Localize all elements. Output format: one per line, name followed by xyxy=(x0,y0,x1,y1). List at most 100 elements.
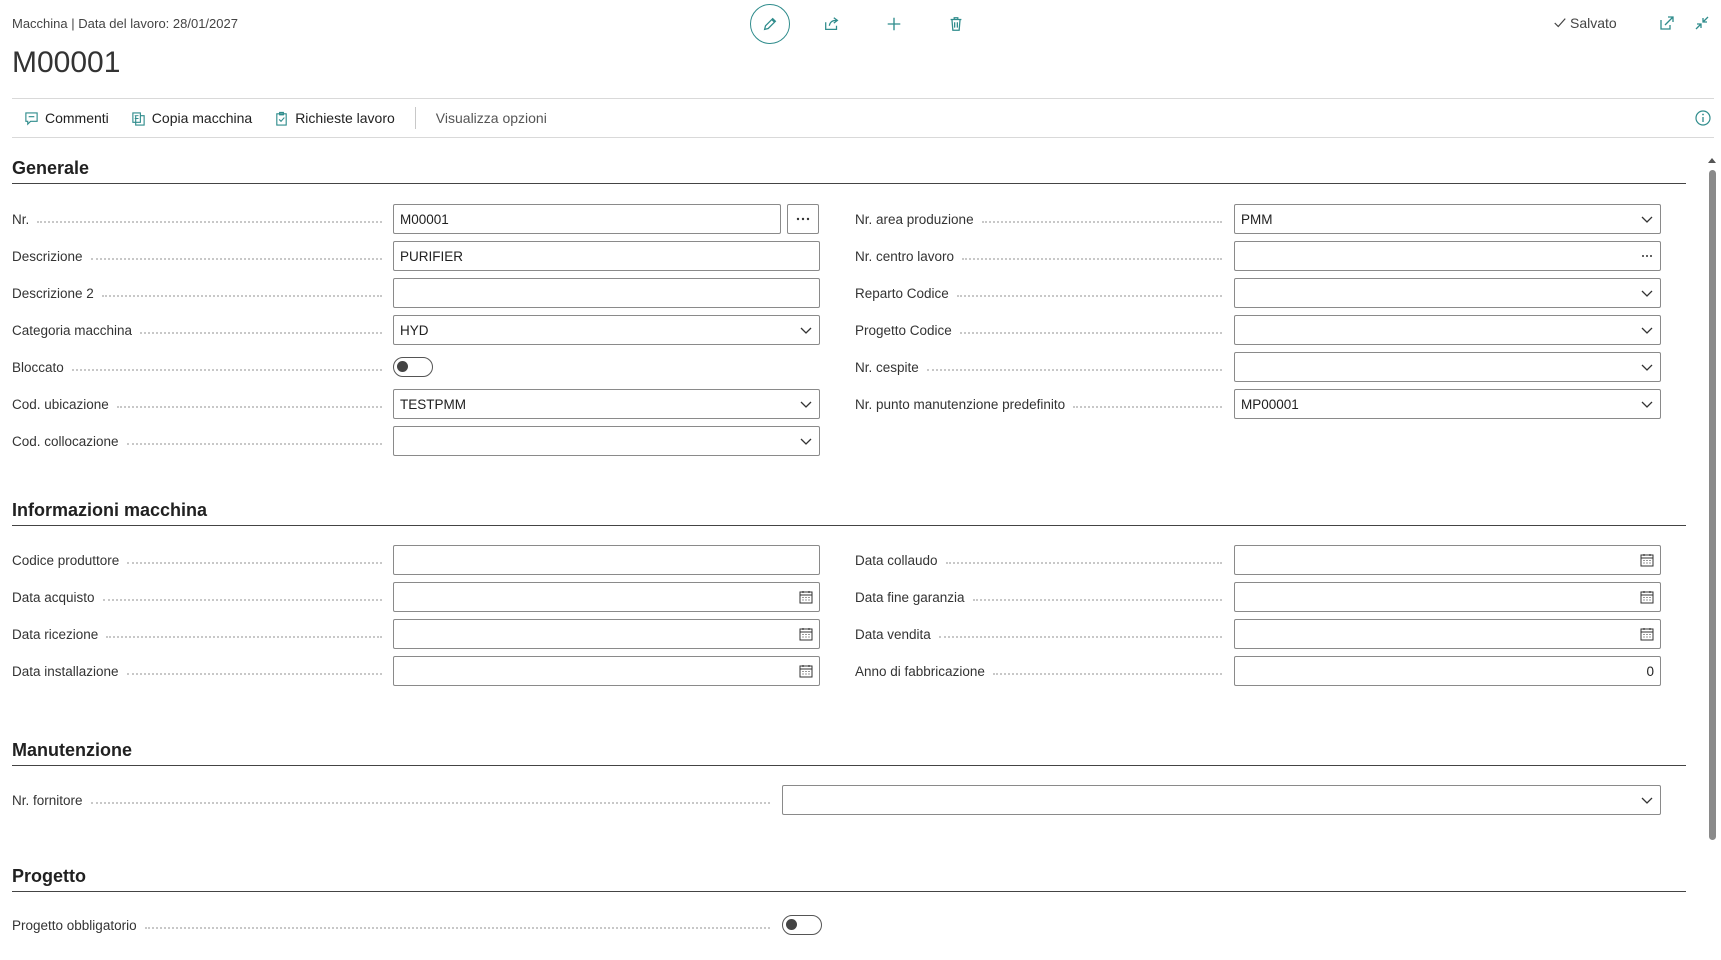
field-progetto-obbligatorio: Progetto obbligatorio xyxy=(12,910,778,940)
check-icon xyxy=(1554,18,1566,28)
data-ricezione-label: Data ricezione xyxy=(12,626,99,642)
edit-button[interactable] xyxy=(750,4,790,44)
field-nr: Nr. xyxy=(12,204,390,234)
categoria-macchina-label: Categoria macchina xyxy=(12,322,133,338)
data-acquisto-label: Data acquisto xyxy=(12,589,95,605)
delete-button[interactable] xyxy=(936,4,976,44)
reparto-codice-label: Reparto Codice xyxy=(855,285,949,301)
cod-collocazione-select[interactable] xyxy=(393,426,820,456)
chevron-down-icon xyxy=(1641,327,1653,334)
chevron-down-icon xyxy=(1641,401,1653,408)
nr-cespite-label: Nr. cespite xyxy=(855,359,919,375)
nr-assist-button[interactable] xyxy=(787,204,819,234)
new-button[interactable] xyxy=(874,4,914,44)
calendar-icon[interactable] xyxy=(1640,553,1654,567)
field-data-collaudo: Data collaudo xyxy=(855,545,1230,575)
nr-area-produzione-select[interactable]: PMM xyxy=(1234,204,1661,234)
calendar-icon[interactable] xyxy=(799,627,813,641)
categoria-macchina-select[interactable]: HYD xyxy=(393,315,820,345)
field-descrizione-2: Descrizione 2 xyxy=(12,278,390,308)
descrizione-input[interactable]: PURIFIER xyxy=(393,241,820,271)
data-collaudo-input[interactable] xyxy=(1234,545,1661,575)
field-descrizione: Descrizione xyxy=(12,241,390,271)
descrizione-2-input[interactable] xyxy=(393,278,820,308)
cod-collocazione-label: Cod. collocazione xyxy=(12,433,119,449)
cod-ubicazione-label: Cod. ubicazione xyxy=(12,396,109,412)
nr-centro-lavoro-label: Nr. centro lavoro xyxy=(855,248,955,264)
chevron-down-icon xyxy=(800,438,812,445)
field-data-vendita: Data vendita xyxy=(855,619,1230,649)
scroll-up-arrow-icon[interactable] xyxy=(1708,158,1716,163)
view-options-action[interactable]: Visualizza opzioni xyxy=(436,110,547,126)
field-data-fine-garanzia: Data fine garanzia xyxy=(855,582,1230,612)
reparto-codice-select[interactable] xyxy=(1234,278,1661,308)
info-icon[interactable] xyxy=(1694,109,1712,127)
data-collaudo-label: Data collaudo xyxy=(855,552,938,568)
nr-area-produzione-label: Nr. area produzione xyxy=(855,211,974,227)
progetto-codice-label: Progetto Codice xyxy=(855,322,952,338)
bloccato-label: Bloccato xyxy=(12,359,64,375)
calendar-icon[interactable] xyxy=(799,590,813,604)
calendar-icon[interactable] xyxy=(1640,627,1654,641)
progetto-obbligatorio-toggle[interactable] xyxy=(782,915,822,935)
data-vendita-label: Data vendita xyxy=(855,626,931,642)
nr-cespite-select[interactable] xyxy=(1234,352,1661,382)
nr-punto-manutenzione-select[interactable]: MP00001 xyxy=(1234,389,1661,419)
field-cod-collocazione: Cod. collocazione xyxy=(12,426,390,456)
nr-fornitore-select[interactable] xyxy=(782,785,1661,815)
calendar-icon[interactable] xyxy=(799,664,813,678)
top-toolbar xyxy=(750,4,998,44)
scrollbar-thumb[interactable] xyxy=(1709,170,1716,840)
comments-label: Commenti xyxy=(45,110,109,126)
nr-fornitore-label: Nr. fornitore xyxy=(12,792,83,808)
breadcrumb: Macchina | Data del lavoro: 28/01/2027 xyxy=(12,16,238,31)
toggle-knob xyxy=(786,919,797,930)
plus-icon xyxy=(887,17,901,31)
field-nr-fornitore: Nr. fornitore xyxy=(12,785,778,815)
ellipsis-icon[interactable] xyxy=(1640,249,1654,263)
section-title-progetto[interactable]: Progetto xyxy=(12,858,1686,892)
field-data-ricezione: Data ricezione xyxy=(12,619,390,649)
descrizione-2-label: Descrizione 2 xyxy=(12,285,94,301)
vertical-scrollbar[interactable] xyxy=(1707,158,1717,860)
cod-ubicazione-select[interactable]: TESTPMM xyxy=(393,389,820,419)
data-installazione-label: Data installazione xyxy=(12,663,119,679)
data-acquisto-input[interactable] xyxy=(393,582,820,612)
saved-label: Salvato xyxy=(1570,15,1617,31)
data-installazione-input[interactable] xyxy=(393,656,820,686)
chevron-down-icon xyxy=(1641,364,1653,371)
bloccato-toggle[interactable] xyxy=(393,357,433,377)
progetto-codice-select[interactable] xyxy=(1234,315,1661,345)
section-title-informazioni[interactable]: Informazioni macchina xyxy=(12,492,1686,526)
page-title: M00001 xyxy=(12,46,121,79)
section-title-manutenzione[interactable]: Manutenzione xyxy=(12,732,1686,766)
nr-centro-lavoro-input[interactable] xyxy=(1234,241,1661,271)
field-nr-area-produzione: Nr. area produzione xyxy=(855,204,1230,234)
progetto-obbligatorio-label: Progetto obbligatorio xyxy=(12,917,137,933)
section-title-generale[interactable]: Generale xyxy=(12,150,1686,184)
anno-fabbricazione-label: Anno di fabbricazione xyxy=(855,663,985,679)
pencil-icon xyxy=(763,17,777,31)
chevron-down-icon xyxy=(1641,216,1653,223)
open-in-new-window-icon xyxy=(1660,16,1674,30)
nr-input[interactable]: M00001 xyxy=(393,204,781,234)
collapse-icon xyxy=(1695,16,1709,30)
work-requests-action[interactable]: Richieste lavoro xyxy=(274,110,395,126)
comments-action[interactable]: Commenti xyxy=(24,110,109,126)
share-button[interactable] xyxy=(812,4,852,44)
chevron-down-icon xyxy=(800,327,812,334)
data-vendita-input[interactable] xyxy=(1234,619,1661,649)
copy-machine-action[interactable]: Copia macchina xyxy=(131,110,252,126)
data-ricezione-input[interactable] xyxy=(393,619,820,649)
copy-icon xyxy=(132,111,145,126)
data-fine-garanzia-input[interactable] xyxy=(1234,582,1661,612)
page-header: Macchina | Data del lavoro: 28/01/2027 M… xyxy=(0,0,1721,96)
collapse-button[interactable] xyxy=(1692,13,1712,33)
field-data-acquisto: Data acquisto xyxy=(12,582,390,612)
calendar-icon[interactable] xyxy=(1640,590,1654,604)
open-new-window-button[interactable] xyxy=(1657,13,1677,33)
toggle-knob xyxy=(397,361,408,372)
anno-fabbricazione-input[interactable]: 0 xyxy=(1234,656,1661,686)
codice-produttore-input[interactable] xyxy=(393,545,820,575)
chevron-down-icon xyxy=(800,401,812,408)
